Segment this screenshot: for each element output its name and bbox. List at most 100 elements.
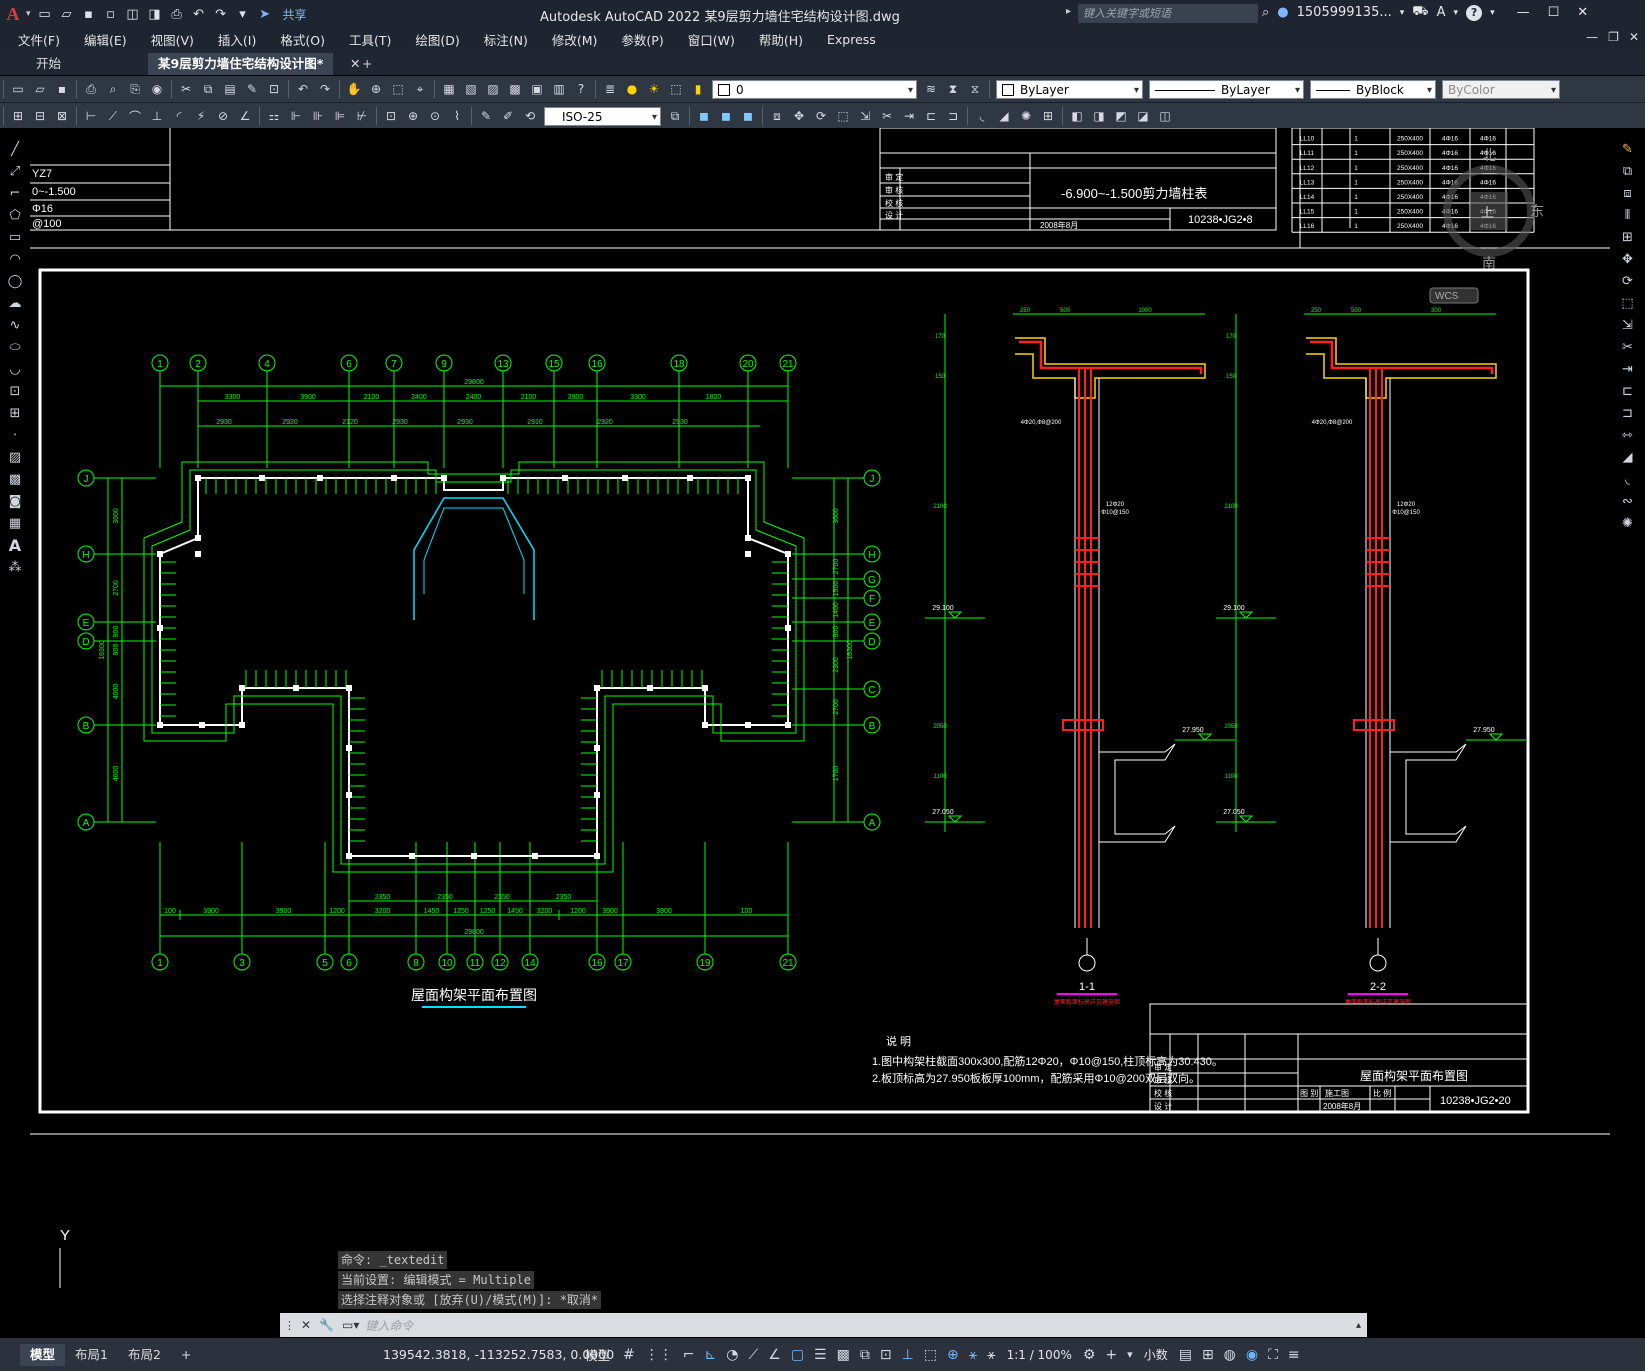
tool-palettes-icon[interactable]: ▨ [483,79,503,99]
open-from-web-icon[interactable]: ◫ [123,4,143,24]
menu-window[interactable]: 窗口(W) [688,30,735,49]
polygon-icon[interactable]: ⬠ [4,204,26,226]
layer-viewport-icon[interactable]: ⬚ [666,79,686,99]
menu-file[interactable]: 文件(F) [18,30,60,49]
table-icon[interactable]: ▦ [4,512,26,534]
transparency-icon[interactable]: ▩ [837,1347,850,1363]
break-object-icon[interactable]: ⊐ [1617,402,1639,424]
redo-icon[interactable]: ↷ [211,4,231,24]
ordinate-dim-icon[interactable]: ⊥ [147,106,167,126]
plotstyle-dropdown[interactable]: ByColor ▾ [1442,79,1560,99]
mirror-object-icon[interactable]: ⧈ [1617,182,1639,204]
mirror-icon[interactable]: ⧈ [767,106,787,126]
help-chevron-icon[interactable]: ▾ [1490,8,1495,18]
app-chevron-icon[interactable]: ▾ [1454,8,1459,18]
wcs-label[interactable]: WCS [1435,291,1459,302]
help-icon[interactable]: ? [571,79,591,99]
share-button[interactable]: 共享 [283,6,307,23]
ortho-icon[interactable]: ⊾ [704,1347,716,1363]
color-dropdown[interactable]: ByLayer ▾ [996,79,1143,99]
properties-icon[interactable]: ▦ [439,79,459,99]
join-icon[interactable]: ⊐ [943,106,963,126]
redo-icon[interactable]: ↷ [315,79,335,99]
menu-modify[interactable]: 修改(M) [552,30,598,49]
copy-icon[interactable]: ⧉ [198,79,218,99]
publish-icon[interactable]: ⎘ [125,79,145,99]
menu-express[interactable]: Express [827,32,876,47]
customize-quick-access-icon[interactable]: ▾ [233,4,253,24]
construction-line-icon[interactable]: ⤢ [4,160,26,182]
layout-tab-2[interactable]: 布局2 [118,1344,171,1366]
lock-ui-icon[interactable]: ⊞ [1202,1347,1214,1363]
command-drag-handle-icon[interactable]: ⋮ [284,1319,295,1332]
array-object-icon[interactable]: ⊞ [1617,226,1639,248]
erase-icon[interactable]: ✎ [1617,138,1639,160]
rotate-icon[interactable]: ⟳ [811,106,831,126]
view-iso-icon[interactable]: ◫ [1155,106,1175,126]
extend-object-icon[interactable]: ⇥ [1617,358,1639,380]
open-file-icon[interactable]: ▱ [57,4,77,24]
scale-object-icon[interactable]: ⬚ [1617,292,1639,314]
zoom-realtime-icon[interactable]: ⊕ [366,79,386,99]
break-at-point-icon[interactable]: ⊏ [1617,380,1639,402]
scale-icon[interactable]: ⬚ [833,106,853,126]
viewcube-north[interactable]: 北 [1482,147,1496,163]
layer-translate-icon[interactable]: ⊞ [8,106,28,126]
linetype-dropdown[interactable]: ByLayer ▾ [1149,79,1304,99]
account-chevron-icon[interactable]: ▾ [1400,8,1405,18]
drawing-canvas[interactable]: YZ7 0~-1.500 Φ16 @100 -6.900~-1.500剪力墙柱表… [30,128,1610,1288]
menu-parametric[interactable]: 参数(P) [621,30,663,49]
layer-lock-icon[interactable]: ▮ [688,79,708,99]
array-icon[interactable]: ⊞ [1038,106,1058,126]
cone-icon[interactable]: ◼ [738,106,758,126]
snap-icon[interactable]: ⋮⋮ [645,1347,673,1363]
add-selected-icon[interactable]: ⁂ [4,556,26,578]
trim-object-icon[interactable]: ✂ [1617,336,1639,358]
layer-state-bulb-icon[interactable]: ● [622,79,642,99]
command-recent-icon[interactable]: ▭▾ [342,1318,359,1332]
menu-tools[interactable]: 工具(T) [349,30,391,49]
make-block-icon[interactable]: ⊞ [4,402,26,424]
save-to-web-icon[interactable]: ◨ [145,4,165,24]
save-as-icon[interactable]: ▫ [101,4,121,24]
annotation-monitor-icon[interactable]: + [1105,1347,1117,1363]
point-icon[interactable]: ⋅ [4,424,26,446]
make-current-layer-icon[interactable]: ≋ [921,79,941,99]
block-editor-icon[interactable]: ⊡ [264,79,284,99]
plot-preview-icon[interactable]: ⌕ [103,79,123,99]
isolate-objects-icon[interactable]: ◍ [1224,1347,1236,1363]
viewcube-top[interactable]: 上 [1481,205,1494,220]
search-icon[interactable]: ⌕ [1262,5,1269,20]
dim-break-icon[interactable]: ⊬ [352,106,372,126]
layer-merge-icon[interactable]: ⊠ [52,106,72,126]
inspection-icon[interactable]: ⊙ [425,106,445,126]
radius-dim-icon[interactable]: ◜ [169,106,189,126]
layer-freeze-sun-icon[interactable]: ☀ [644,79,664,99]
annotation-scale[interactable]: 1:1 / 100% [1007,1348,1072,1362]
units-dropdown[interactable]: 小数 [1144,1346,1168,1363]
minimize-window-icon[interactable]: — [1517,5,1530,20]
undo-icon[interactable]: ↶ [293,79,313,99]
zoom-window-icon[interactable]: ⬚ [388,79,408,99]
join-object-icon[interactable]: ⇿ [1617,424,1639,446]
quick-dim-icon[interactable]: ⚏ [264,106,284,126]
selection-filter-icon[interactable]: ⬚ [924,1347,937,1363]
dim-edit-icon[interactable]: ✎ [476,106,496,126]
stretch-object-icon[interactable]: ⇲ [1617,314,1639,336]
insert-block-icon[interactable]: ⊡ [4,380,26,402]
design-center-icon[interactable]: ▧ [461,79,481,99]
center-mark-icon[interactable]: ⊕ [403,106,423,126]
revcloud-icon[interactable]: ☁ [4,292,26,314]
dim-space-icon[interactable]: ⊫ [330,106,350,126]
menu-dimension[interactable]: 标注(N) [484,30,528,49]
break-icon[interactable]: ⊏ [921,106,941,126]
doc-minimize-icon[interactable]: — [1586,30,1598,44]
fillet-object-icon[interactable]: ◟ [1617,468,1639,490]
add-layout-button[interactable]: + [171,1344,201,1366]
aligned-dim-icon[interactable]: ⟋ [103,106,123,126]
gizmo-icon[interactable]: ⊕ [947,1347,959,1363]
move-icon[interactable]: ✥ [789,106,809,126]
view-front-icon[interactable]: ◧ [1067,106,1087,126]
qnew-icon[interactable]: ▭ [8,79,28,99]
layer-walk-icon[interactable]: ⊟ [30,106,50,126]
